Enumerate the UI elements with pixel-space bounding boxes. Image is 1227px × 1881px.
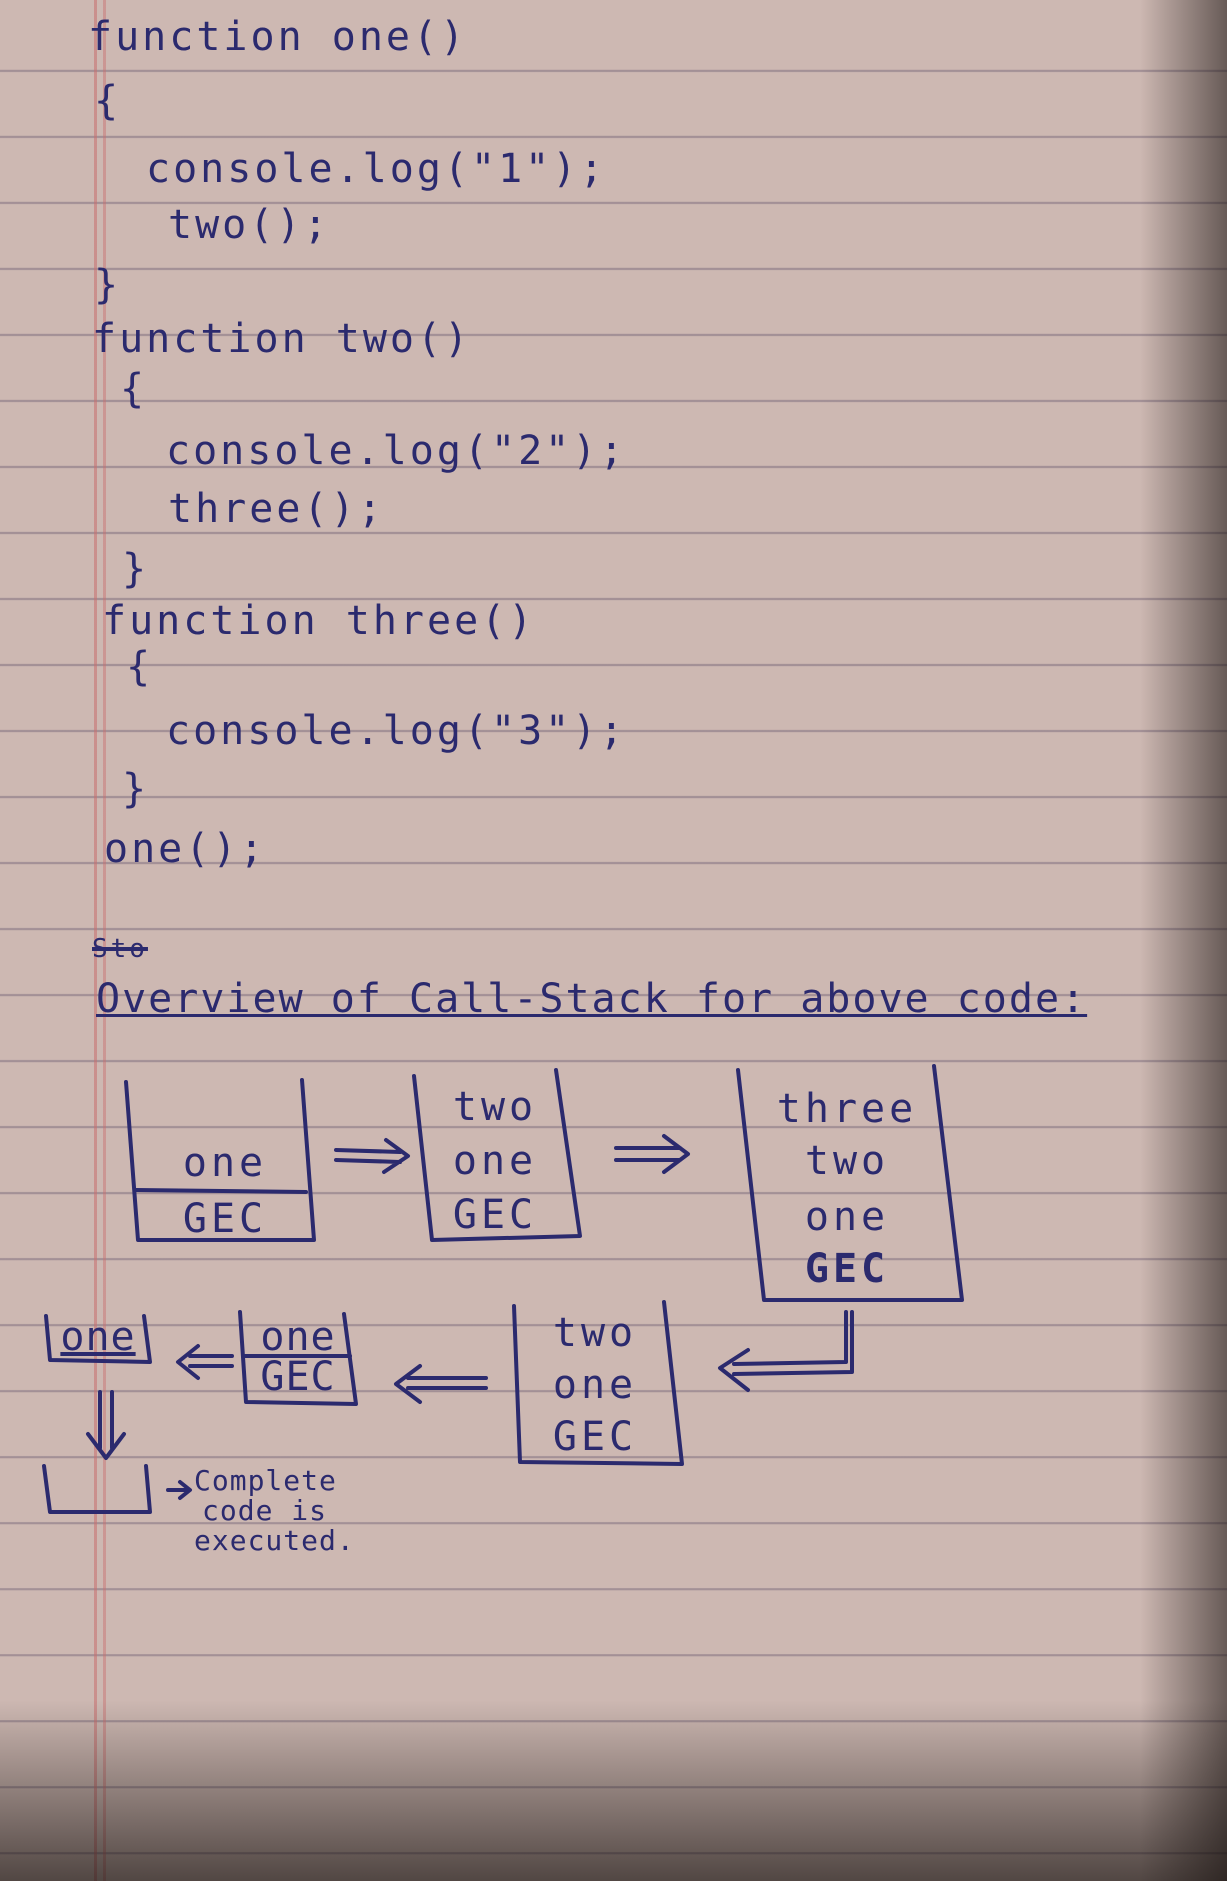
- stack-frame: one: [552, 1362, 638, 1408]
- double-arrow-left: [394, 1364, 488, 1404]
- note-arrow: [166, 1480, 192, 1500]
- double-arrow-right: [334, 1138, 410, 1174]
- double-arrow-down: [86, 1390, 126, 1460]
- stack-frame: GEC: [182, 1196, 268, 1242]
- stack-frame: two: [452, 1084, 538, 1130]
- stack-frame: one: [182, 1140, 268, 1186]
- stack-frame: GEC: [804, 1246, 890, 1292]
- double-arrow-right: [614, 1134, 690, 1174]
- note-line: executed.: [194, 1524, 355, 1557]
- stack-5: one GEC: [246, 1314, 350, 1406]
- stack-frame: one: [452, 1138, 538, 1184]
- stack-frame: two: [804, 1138, 890, 1184]
- note-line: Complete: [194, 1464, 337, 1497]
- empty-stack-box: [42, 1464, 152, 1514]
- stack-1: one GEC: [140, 1140, 310, 1242]
- stack-frame: three: [776, 1086, 918, 1132]
- final-note: Complete code is executed.: [194, 1466, 355, 1556]
- stack-4: two one GEC: [520, 1310, 670, 1470]
- note-line: code is: [202, 1494, 328, 1527]
- call-stack-diagram: [42, 1064, 964, 1514]
- stack-frame: one: [60, 1314, 136, 1360]
- stack-frame: GEC: [452, 1192, 538, 1238]
- return-arrow: [718, 1310, 854, 1392]
- stack-frame: one: [804, 1194, 890, 1240]
- double-arrow-left: [176, 1344, 234, 1380]
- stack-2: two one GEC: [420, 1084, 570, 1244]
- stack-frame: GEC: [552, 1414, 638, 1460]
- stack-frame: GEC: [260, 1354, 336, 1400]
- stack-3: three two one GEC: [752, 1086, 942, 1306]
- stack-6: one: [50, 1314, 146, 1360]
- stack-frame: two: [552, 1310, 638, 1356]
